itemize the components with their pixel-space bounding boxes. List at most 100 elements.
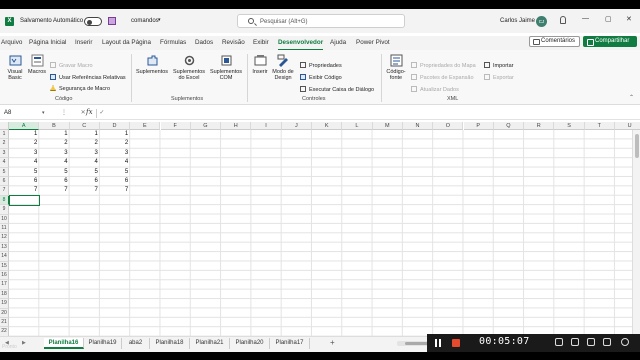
sheet-tab[interactable]: Planilha16 — [44, 338, 84, 349]
column-header[interactable]: H — [221, 122, 252, 130]
sheet-next-icon[interactable]: ▶ — [22, 340, 26, 346]
tab-layout-pagina[interactable]: Layout da Página — [102, 39, 151, 46]
settings-icon[interactable] — [603, 338, 611, 346]
row-header[interactable]: 15 — [0, 261, 9, 271]
row-header[interactable]: 18 — [0, 289, 9, 300]
cell[interactable]: 2 — [70, 139, 98, 148]
column-header[interactable]: L — [342, 122, 373, 130]
column-header[interactable]: P — [463, 122, 494, 130]
more-icon[interactable] — [621, 338, 629, 346]
column-header[interactable]: T — [584, 122, 615, 130]
record-macro-button[interactable]: Gravar Macro — [50, 62, 93, 69]
tab-exibir[interactable]: Exibir — [253, 39, 269, 46]
cell[interactable]: 2 — [39, 139, 67, 148]
zoom-icon[interactable] — [555, 338, 563, 346]
sheet-tab[interactable]: Planilha21 — [190, 338, 230, 349]
tab-desenvolvedor[interactable]: Desenvolvedor — [278, 39, 324, 51]
row-header[interactable]: 11 — [0, 224, 9, 234]
save-icon[interactable] — [108, 17, 116, 25]
row-header[interactable]: 5 — [0, 167, 9, 177]
row-header[interactable]: 4 — [0, 158, 9, 168]
refresh-data-button[interactable]: Atualizar Dados — [411, 86, 459, 93]
chevron-down-icon[interactable]: ▾ — [158, 17, 161, 23]
active-cell-selection[interactable] — [8, 195, 40, 206]
row-header[interactable]: 6 — [0, 177, 9, 187]
expansion-packs-button[interactable]: Pacotes de Expansão — [411, 74, 474, 81]
row-header[interactable]: 17 — [0, 280, 9, 290]
tab-arquivo[interactable]: Arquivo — [1, 39, 22, 46]
row-header[interactable]: 19 — [0, 299, 9, 309]
column-header[interactable]: C — [69, 122, 100, 130]
comments-button[interactable]: Comentários — [529, 36, 580, 47]
minimize-button[interactable]: — — [582, 15, 589, 22]
design-mode-button[interactable]: Modo de Design — [271, 54, 295, 82]
tab-pagina-inicial[interactable]: Página Inicial — [29, 39, 66, 46]
cell[interactable]: 5 — [70, 168, 98, 177]
row-header[interactable]: 20 — [0, 308, 9, 318]
chevron-up-icon[interactable]: ⌃ — [629, 94, 634, 101]
tab-dados[interactable]: Dados — [195, 39, 213, 46]
excel-addins-button[interactable]: Suplementos do Excel — [171, 54, 207, 82]
chevron-down-icon[interactable]: ▾ — [42, 108, 45, 118]
export-button[interactable]: Exportar — [484, 74, 514, 81]
column-header[interactable]: B — [39, 122, 70, 130]
cell[interactable]: 7 — [39, 186, 67, 195]
lightbulb-icon[interactable] — [560, 16, 566, 24]
column-header[interactable]: G — [190, 122, 222, 130]
row-header[interactable]: 16 — [0, 271, 9, 281]
cell[interactable]: 2 — [9, 139, 37, 148]
stop-icon[interactable] — [452, 339, 460, 347]
view-code-button[interactable]: Exibir Código — [300, 74, 342, 81]
column-header[interactable]: M — [372, 122, 403, 130]
import-button[interactable]: Importar — [484, 62, 513, 69]
column-header[interactable]: R — [524, 122, 555, 130]
cell[interactable]: 7 — [70, 186, 98, 195]
cell[interactable]: 4 — [100, 158, 128, 167]
cell[interactable]: 3 — [9, 149, 37, 158]
row-header[interactable]: 22 — [0, 327, 9, 336]
worksheet-grid[interactable]: A B C D E F G H I J K L M N O P Q R S T U 1 2 3 4 5 6 7 8 9 10 11 12 13 14… — [0, 122, 640, 336]
add-sheet-button[interactable]: + — [330, 338, 335, 347]
search-box[interactable]: Pesquisar (Alt+G) — [237, 14, 405, 28]
macros-button[interactable]: Macros — [27, 54, 47, 75]
user-name[interactable]: Carlos Jaime — [500, 18, 535, 24]
column-header[interactable]: F — [160, 122, 191, 130]
share-button[interactable]: Compartilhar — [583, 36, 637, 47]
sheet-tab[interactable]: Planilha18 — [150, 338, 190, 349]
addins-button[interactable]: Suplementos — [135, 54, 169, 75]
cell[interactable]: 4 — [9, 158, 37, 167]
sheet-tab[interactable]: aba2 — [122, 338, 150, 349]
cell[interactable]: 7 — [100, 186, 128, 195]
sheet-tab[interactable]: Planilha19 — [84, 338, 122, 349]
tab-ajuda[interactable]: Ajuda — [330, 39, 346, 46]
com-addins-button[interactable]: Suplementos COM — [208, 54, 244, 82]
column-header[interactable]: O — [433, 122, 464, 130]
tab-revisao[interactable]: Revisão — [222, 39, 245, 46]
cell[interactable]: 1 — [39, 130, 67, 139]
insert-function-icon[interactable]: fx — [86, 108, 93, 116]
maximize-button[interactable]: ▢ — [605, 15, 612, 23]
cell[interactable]: 5 — [100, 168, 128, 177]
cell[interactable]: 3 — [100, 149, 128, 158]
column-header[interactable]: D — [99, 122, 131, 130]
row-header[interactable]: 3 — [0, 148, 9, 159]
source-button[interactable]: Código-fonte — [384, 54, 408, 82]
cell[interactable]: 1 — [100, 130, 128, 139]
column-header[interactable]: I — [251, 122, 282, 130]
document-name[interactable]: comandos — [131, 18, 159, 24]
avatar[interactable]: CJ — [536, 16, 547, 27]
cell[interactable]: 3 — [70, 149, 98, 158]
sheet-tab[interactable]: Planilha20 — [230, 338, 270, 349]
column-header[interactable]: Q — [493, 122, 525, 130]
row-header[interactable]: 9 — [0, 205, 9, 215]
map-properties-button[interactable]: Propriedades do Mapa — [411, 62, 476, 69]
column-header[interactable]: A — [9, 122, 40, 130]
cell[interactable]: 5 — [9, 168, 37, 177]
cell[interactable]: 6 — [39, 177, 67, 186]
row-header[interactable]: 10 — [0, 214, 9, 224]
draw-icon[interactable] — [571, 338, 579, 346]
properties-button[interactable]: Propriedades — [300, 62, 342, 69]
tab-formulas[interactable]: Fórmulas — [160, 39, 186, 46]
column-header[interactable]: J — [281, 122, 312, 130]
cell[interactable]: 6 — [100, 177, 128, 186]
